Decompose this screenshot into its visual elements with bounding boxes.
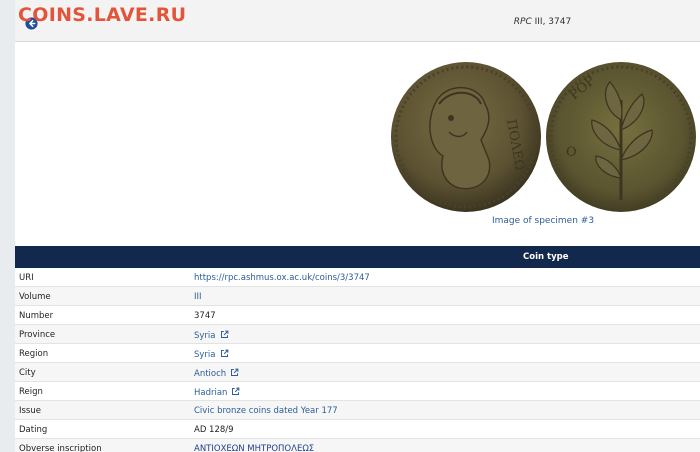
table-row-dating: Dating AD 128/9 — [15, 420, 700, 439]
row-label: Issue — [19, 406, 41, 416]
region-link[interactable]: Syria — [194, 349, 229, 360]
province-text: Syria — [194, 331, 216, 341]
region-text: Syria — [194, 350, 216, 360]
table-row-region: Region Syria — [15, 344, 700, 363]
issue-link[interactable]: Civic bronze coins dated Year 177 — [194, 406, 338, 416]
reign-text: Hadrian — [194, 388, 228, 398]
row-label: Province — [19, 330, 56, 340]
table-row-issue: Issue Civic bronze coins dated Year 177 — [15, 401, 700, 420]
volume-link[interactable]: III — [194, 292, 202, 302]
external-link-icon[interactable] — [220, 349, 229, 358]
coin-images[interactable]: ΠΟΛΕΩ O POP — [389, 60, 700, 218]
table-row-number: Number 3747 — [15, 306, 700, 325]
dating-value: AD 128/9 — [194, 425, 234, 435]
row-label: Number — [19, 311, 54, 321]
external-link-icon[interactable] — [230, 368, 239, 377]
external-link-icon[interactable] — [231, 387, 240, 396]
city-link[interactable]: Antioch — [194, 368, 239, 379]
reign-link[interactable]: Hadrian — [194, 387, 240, 398]
province-link[interactable]: Syria — [194, 330, 229, 341]
row-label: Reign — [19, 387, 43, 397]
obverse-inscription-value: ΑΝΤΙΟΧΕΩΝ ΜΗΤΡΟΠΟΛΕΩΣ — [194, 444, 315, 452]
title-number: III, 3747 — [531, 17, 572, 27]
table-row-uri: URI https://rpc.ashmus.ox.ac.uk/coins/3/… — [15, 268, 700, 287]
row-label: URI — [19, 273, 34, 283]
row-label: Volume — [19, 292, 51, 302]
external-link-icon[interactable] — [220, 330, 229, 339]
title-rpc: RPC — [513, 17, 532, 27]
row-label: Obverse inscription — [19, 444, 102, 452]
coin-type-table: URI https://rpc.ashmus.ox.ac.uk/coins/3/… — [15, 268, 700, 452]
coin-detail-page: RPC III, 3747 ΠΟΛΕΩ O POP Image of speci… — [15, 0, 700, 452]
svg-text:O: O — [566, 145, 577, 160]
image-caption-link[interactable]: Image of specimen #3 — [383, 216, 700, 226]
coin-reverse-image[interactable]: O POP — [544, 60, 698, 214]
row-label: Dating — [19, 425, 48, 435]
city-text: Antioch — [194, 369, 227, 379]
table-row-reign: Reign Hadrian — [15, 382, 700, 401]
table-header: Coin type — [15, 246, 700, 268]
number-value: 3747 — [194, 311, 216, 321]
table-row-city: City Antioch — [15, 363, 700, 382]
row-label: Region — [19, 349, 49, 359]
row-label: City — [19, 368, 36, 378]
uri-link[interactable]: https://rpc.ashmus.ox.ac.uk/coins/3/3747 — [194, 273, 370, 283]
table-row-province: Province Syria — [15, 325, 700, 344]
table-header-label: Coin type — [523, 252, 569, 262]
watermark: COINS.LAVE.RU — [18, 4, 187, 26]
coin-obverse-image[interactable]: ΠΟΛΕΩ — [389, 60, 543, 214]
table-row-obverse-inscription: Obverse inscription ΑΝΤΙΟΧΕΩΝ ΜΗΤΡΟΠΟΛΕΩ… — [15, 439, 700, 452]
table-row-volume: Volume III — [15, 287, 700, 306]
